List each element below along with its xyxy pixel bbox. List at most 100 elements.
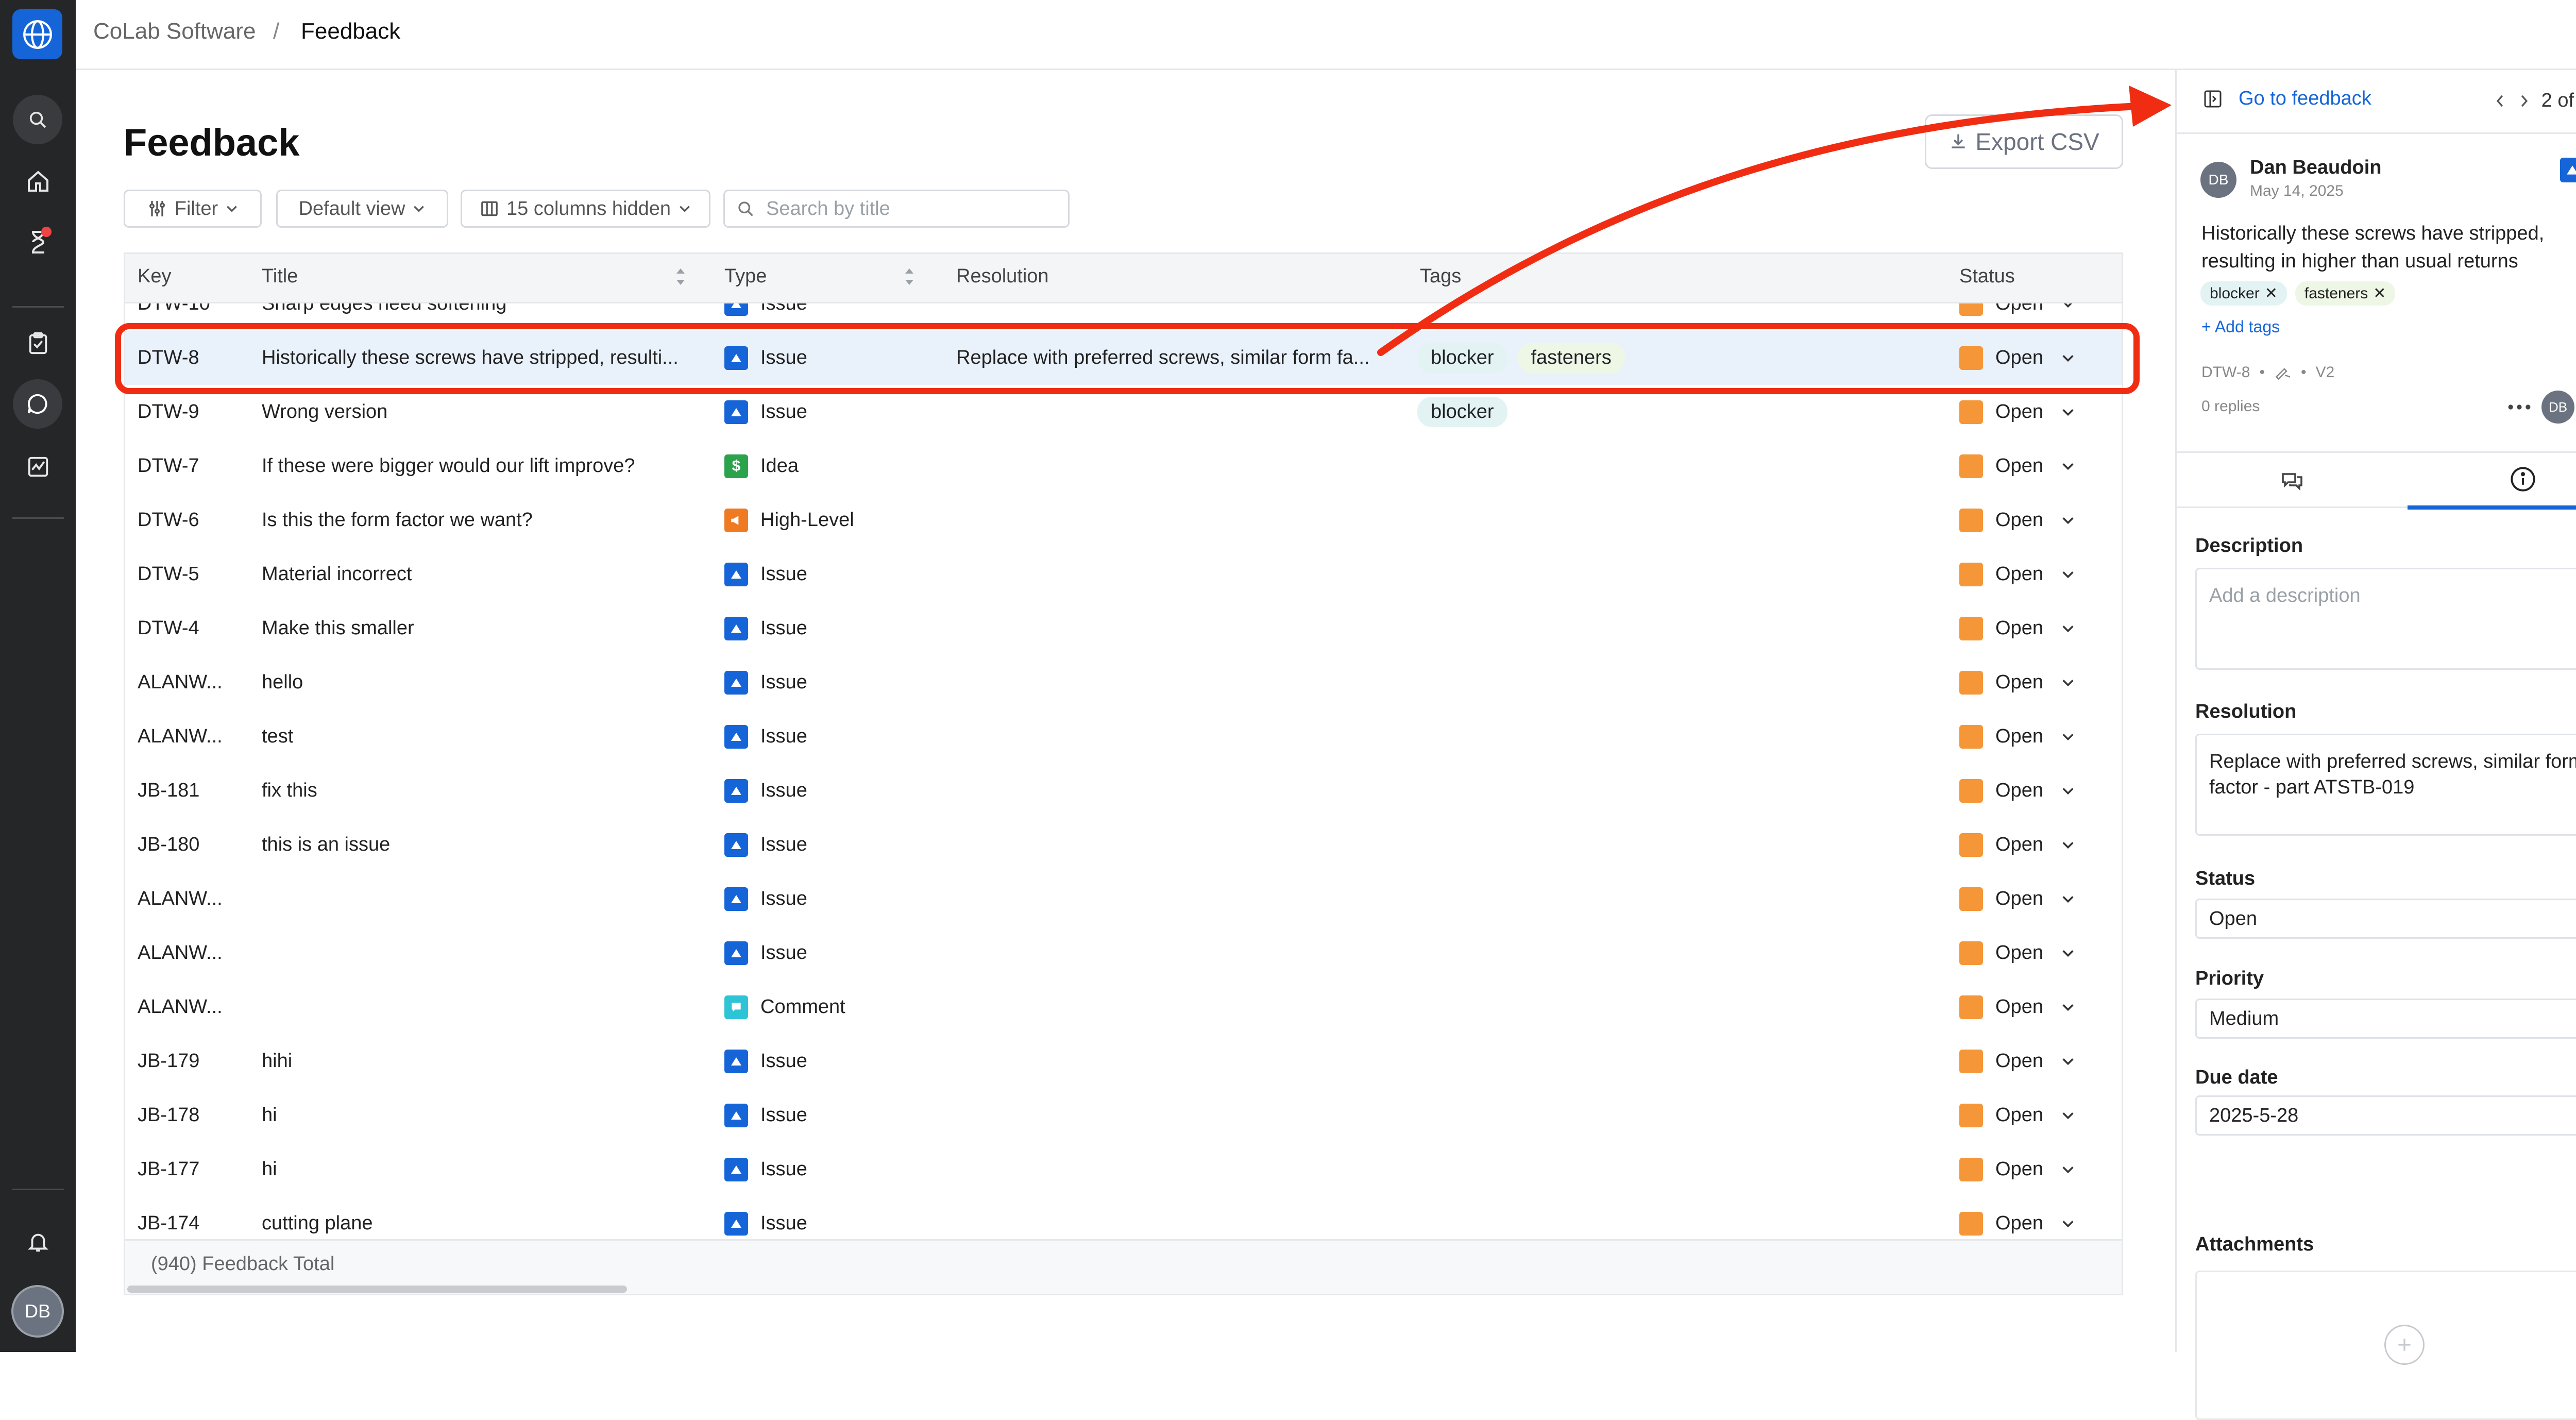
table-row[interactable]: ALANW... hello Issue Open (125, 655, 2122, 709)
status-label: Open (1995, 996, 2043, 1018)
chevron-down-icon[interactable] (2061, 894, 2075, 904)
cell-status[interactable]: Open (1959, 764, 2114, 818)
tab-comments[interactable] (2177, 453, 2408, 510)
pager-count: 2 of 940 (2541, 90, 2576, 111)
chevron-down-icon[interactable] (2061, 1002, 2075, 1012)
cell-title: hihi (262, 1050, 293, 1072)
chevron-right-icon[interactable] (2518, 93, 2530, 109)
cell-status[interactable]: Open (1959, 872, 2114, 926)
view-select-button[interactable]: Default view (276, 190, 448, 228)
cell-status[interactable]: Open (1959, 493, 2114, 547)
table-row[interactable]: ALANW... Issue Open (125, 926, 2122, 980)
chevron-down-icon[interactable] (2061, 515, 2075, 526)
sort-icon[interactable] (903, 265, 916, 288)
column-header-key[interactable]: Key (138, 265, 171, 288)
table-row[interactable]: ALANW... Issue Open (125, 872, 2122, 926)
column-header-tags[interactable]: Tags (1420, 265, 1461, 288)
chevron-down-icon[interactable] (2061, 678, 2075, 688)
chevron-down-icon[interactable] (2061, 623, 2075, 634)
table-row[interactable]: JB-178 hi Issue Open (125, 1088, 2122, 1142)
app-logo-globe-icon[interactable] (12, 9, 62, 59)
chevron-down-icon[interactable] (2061, 948, 2075, 958)
go-to-feedback-link[interactable]: Go to feedback (2202, 88, 2371, 110)
cell-status[interactable]: Open (1959, 1196, 2114, 1240)
column-header-status[interactable]: Status (1959, 265, 2015, 288)
table-row[interactable]: DTW-7 If these were bigger would our lift… (125, 439, 2122, 493)
more-options-icon[interactable] (2507, 403, 2531, 411)
rail-tasks-button[interactable] (10, 317, 65, 369)
cell-status[interactable]: Open (1959, 980, 2114, 1034)
search-input[interactable] (765, 197, 1035, 221)
chevron-down-icon[interactable] (2061, 569, 2075, 580)
rail-notifications-button[interactable] (10, 1216, 65, 1267)
rail-feedback-button[interactable] (13, 379, 62, 429)
rail-reviews-button[interactable] (10, 216, 65, 268)
chevron-down-icon[interactable] (2061, 840, 2075, 850)
due-date-input[interactable]: 2025-5-28 (2195, 1095, 2576, 1136)
chevron-down-icon[interactable] (2061, 407, 2075, 417)
chevron-down-icon[interactable] (2061, 461, 2075, 471)
tag-chip[interactable]: blocker (1417, 397, 1507, 427)
cell-status[interactable]: Open (1959, 1088, 2114, 1142)
column-header-type[interactable]: Type (724, 265, 767, 288)
rail-search-button[interactable] (13, 95, 62, 144)
cell-status[interactable]: Open (1959, 547, 2114, 601)
rail-home-button[interactable] (10, 156, 65, 207)
cell-status[interactable]: Open (1959, 709, 2114, 764)
columns-hidden-button[interactable]: 15 columns hidden (461, 190, 710, 228)
cell-tags (1417, 709, 1933, 764)
table-row[interactable]: JB-180 this is an issue Issue Open (125, 818, 2122, 872)
table-row[interactable]: ALANW... test Issue Open (125, 709, 2122, 764)
cell-status[interactable]: Open (1959, 601, 2114, 655)
column-header-resolution[interactable]: Resolution (956, 265, 1049, 288)
cell-key: DTW-7 (138, 455, 199, 477)
add-attachment-icon[interactable] (2384, 1325, 2425, 1365)
column-header-title[interactable]: Title (262, 265, 298, 288)
cell-status[interactable]: Open (1959, 439, 2114, 493)
user-avatar[interactable]: DB (11, 1285, 64, 1338)
chevron-down-icon[interactable] (2061, 732, 2075, 742)
cell-type: Comment (724, 980, 941, 1034)
chevron-down-icon[interactable] (2061, 303, 2075, 309)
resolution-input[interactable]: Replace with preferred screws, similar f… (2197, 735, 2576, 834)
chevron-down-icon[interactable] (2061, 786, 2075, 796)
cell-status[interactable]: Open (1959, 1142, 2114, 1196)
issue-type-icon[interactable] (2560, 158, 2576, 182)
cell-status[interactable]: Open (1959, 655, 2114, 709)
status-select[interactable]: Open (2195, 899, 2576, 939)
table-row[interactable]: ALANW... Comment Open (125, 980, 2122, 1034)
chevron-down-icon[interactable] (2061, 1219, 2075, 1229)
table-row[interactable]: JB-174 cutting plane Issue Open (125, 1196, 2122, 1240)
attachments-dropzone[interactable] (2195, 1271, 2576, 1420)
table-row[interactable]: JB-181 fix this Issue Open (125, 764, 2122, 818)
breadcrumb-workspace[interactable]: CoLab Software (93, 19, 256, 44)
export-csv-button[interactable]: Export CSV (1925, 114, 2123, 169)
table-row[interactable]: JB-177 hi Issue Open (125, 1142, 2122, 1196)
add-tags-button[interactable]: + Add tags (2201, 317, 2280, 336)
table-row[interactable]: DTW-5 Material incorrect Issue Open (125, 547, 2122, 601)
cell-status[interactable]: Open (1959, 1034, 2114, 1088)
table-row[interactable]: DTW-6 Is this the form factor we want? Hig… (125, 493, 2122, 547)
sort-icon[interactable] (674, 265, 687, 288)
horizontal-scrollbar[interactable] (127, 1286, 627, 1293)
assignee-avatar[interactable]: DB (2541, 391, 2574, 424)
chevron-down-icon[interactable] (2061, 1164, 2075, 1175)
remove-tag-icon[interactable]: ✕ (2265, 284, 2278, 302)
cell-type: Issue (724, 547, 941, 601)
table-row[interactable]: JB-179 hihi Issue Open (125, 1034, 2122, 1088)
remove-tag-icon[interactable]: ✕ (2373, 284, 2386, 302)
chevron-left-icon[interactable] (2494, 93, 2506, 109)
chevron-down-icon[interactable] (2061, 1056, 2075, 1067)
rail-divider (12, 306, 64, 308)
type-issue-icon (724, 1211, 748, 1236)
priority-select[interactable]: Medium (2195, 999, 2576, 1039)
tab-details[interactable] (2408, 453, 2576, 510)
cell-status[interactable]: Open (1959, 926, 2114, 980)
table-row[interactable]: DTW-4 Make this smaller Issue Open (125, 601, 2122, 655)
cell-status[interactable]: Open (1959, 818, 2114, 872)
cell-title: If these were bigger would our lift impr… (262, 455, 635, 477)
rail-analytics-button[interactable] (10, 441, 65, 493)
filter-button[interactable]: Filter (124, 190, 262, 228)
chevron-down-icon[interactable] (2061, 1110, 2075, 1121)
description-input[interactable] (2197, 569, 2576, 668)
